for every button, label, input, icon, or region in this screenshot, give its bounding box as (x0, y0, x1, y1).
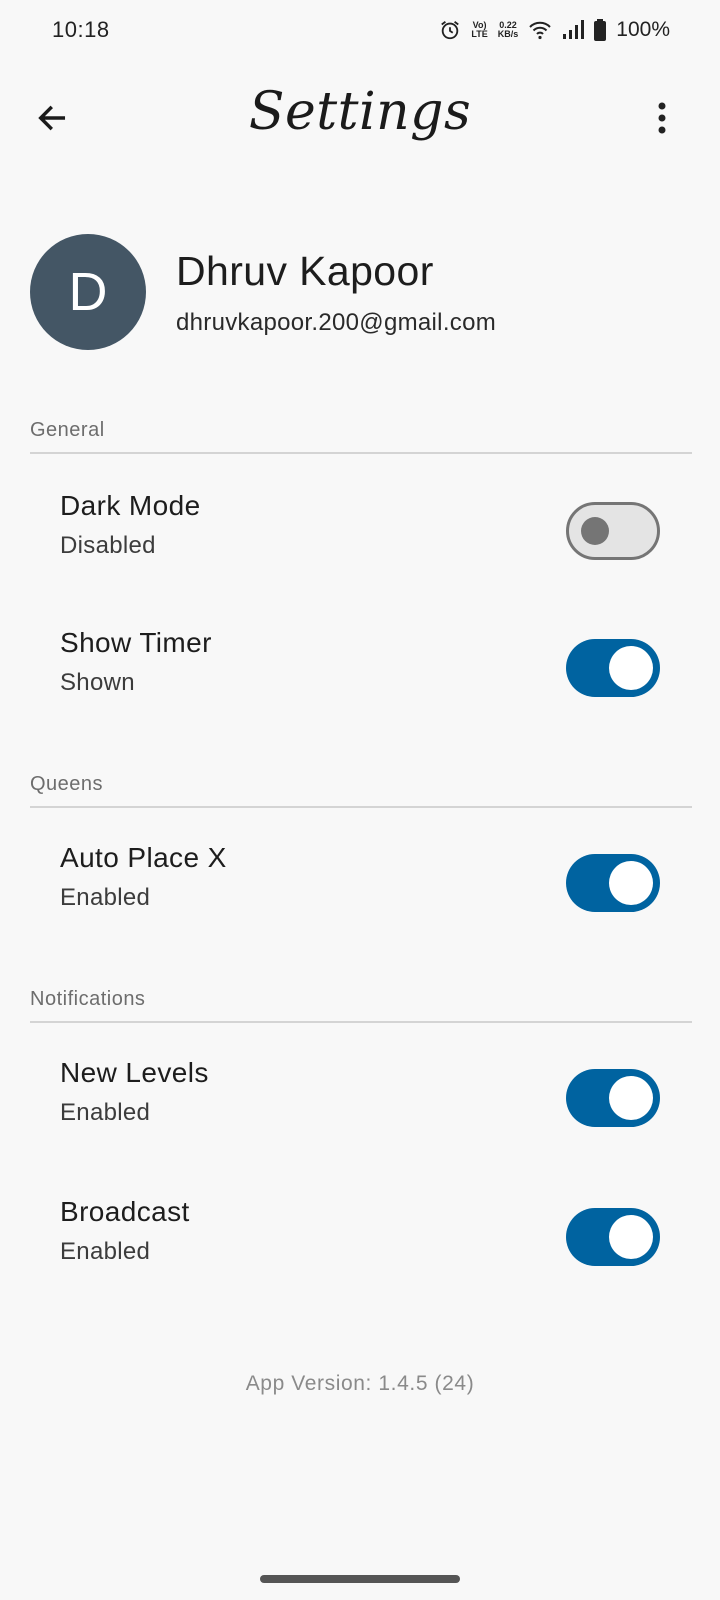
auto-place-x-switch[interactable] (566, 854, 660, 912)
settings-screen: 10:18 Vo) LTE 0.22 KB/s 100% Settings D … (0, 0, 720, 1600)
net-speed: 0.22 KB/s (498, 21, 519, 39)
status-time: 10:18 (52, 17, 110, 42)
app-bar: Settings (0, 72, 720, 164)
setting-subtitle: Disabled (60, 532, 156, 559)
status-icons: Vo) LTE 0.22 KB/s 100% (439, 18, 670, 42)
setting-show-timer[interactable]: Show Timer Shown (0, 627, 720, 737)
setting-dark-mode[interactable]: Dark Mode Disabled (0, 490, 720, 600)
switch-knob (609, 1076, 653, 1120)
setting-new-levels[interactable]: New Levels Enabled (0, 1057, 720, 1167)
battery-percent: 100% (616, 18, 670, 41)
new-levels-switch[interactable] (566, 1069, 660, 1127)
show-timer-switch[interactable] (566, 639, 660, 697)
setting-title: Auto Place X (60, 842, 227, 873)
home-indicator[interactable] (260, 1575, 460, 1583)
switch-knob (609, 1215, 653, 1259)
switch-knob (609, 646, 653, 690)
battery-icon (594, 19, 607, 41)
section-header-general: General (30, 419, 692, 454)
setting-subtitle: Enabled (60, 1099, 151, 1126)
setting-subtitle: Enabled (60, 884, 151, 911)
setting-broadcast[interactable]: Broadcast Enabled (0, 1196, 720, 1306)
setting-subtitle: Shown (60, 669, 135, 696)
status-bar: 10:18 Vo) LTE 0.22 KB/s 100% (0, 0, 720, 60)
volte-icon: Vo) LTE (471, 21, 487, 39)
section-header-queens: Queens (30, 773, 692, 808)
setting-title: Dark Mode (60, 490, 201, 521)
more-options-button[interactable] (642, 96, 682, 140)
net-speed-unit: KB/s (497, 29, 519, 39)
switch-knob (581, 517, 609, 545)
broadcast-switch[interactable] (566, 1208, 660, 1266)
profile-name: Dhruv Kapoor (176, 247, 434, 294)
setting-title: New Levels (60, 1057, 209, 1088)
section-header-notifications: Notifications (30, 988, 692, 1023)
switch-knob (609, 861, 653, 905)
volte-bottom: LTE (471, 29, 488, 39)
page-title: Settings (248, 82, 472, 142)
alarm-icon (439, 19, 461, 41)
app-version: App Version: 1.4.5 (24) (245, 1372, 475, 1395)
dark-mode-switch[interactable] (566, 502, 660, 560)
wifi-icon (528, 20, 552, 40)
setting-title: Show Timer (60, 627, 212, 658)
setting-auto-place-x[interactable]: Auto Place X Enabled (0, 842, 720, 952)
profile-text: Dhruv Kapoor dhruvkapoor.200@gmail.com (176, 248, 496, 337)
profile-card: D Dhruv Kapoor dhruvkapoor.200@gmail.com (30, 234, 496, 350)
more-vert-icon (658, 102, 666, 134)
setting-title: Broadcast (60, 1196, 190, 1227)
setting-subtitle: Enabled (60, 1238, 151, 1265)
avatar: D (30, 234, 146, 350)
signal-icon (562, 20, 585, 40)
profile-email: dhruvkapoor.200@gmail.com (176, 308, 497, 336)
